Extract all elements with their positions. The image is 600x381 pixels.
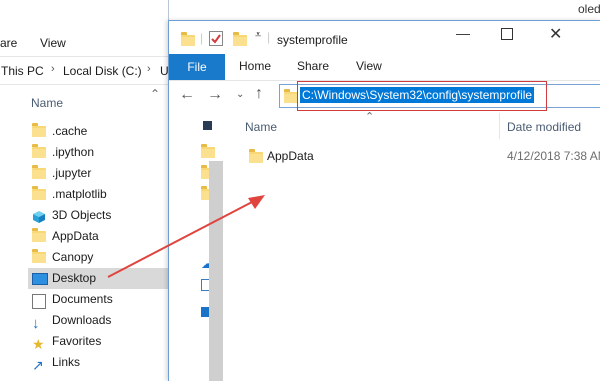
annotation-arrow [107, 195, 265, 278]
